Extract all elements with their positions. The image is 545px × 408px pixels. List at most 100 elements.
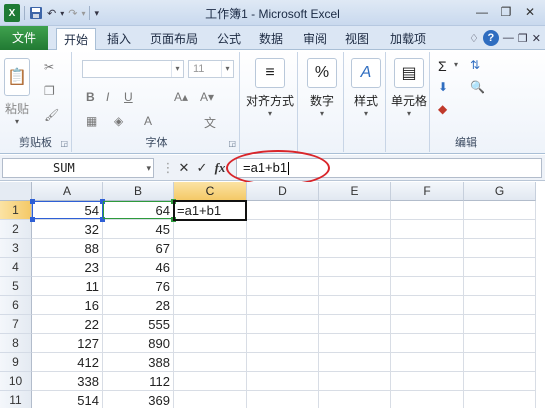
cell-d6[interactable] bbox=[247, 296, 319, 315]
phonetic-icon[interactable]: 文 bbox=[204, 114, 216, 131]
tab-data[interactable]: 数据 bbox=[254, 28, 288, 50]
tab-home[interactable]: 开始 bbox=[56, 28, 96, 51]
cell-b11[interactable]: 369 bbox=[103, 391, 174, 408]
cell-b6[interactable]: 28 bbox=[103, 296, 174, 315]
row-header[interactable]: 3 bbox=[0, 239, 32, 258]
tab-insert[interactable]: 插入 bbox=[102, 28, 136, 50]
cell-f7[interactable] bbox=[391, 315, 464, 334]
cell-g11[interactable] bbox=[464, 391, 536, 408]
cell-d5[interactable] bbox=[247, 277, 319, 296]
undo-icon[interactable]: ↶ bbox=[47, 4, 56, 22]
bold-button[interactable]: B bbox=[86, 90, 95, 104]
cell-a7[interactable]: 22 bbox=[32, 315, 103, 334]
undo-dropdown-icon[interactable]: ▾ bbox=[60, 4, 64, 22]
cell-g7[interactable] bbox=[464, 315, 536, 334]
cell-b5[interactable]: 76 bbox=[103, 277, 174, 296]
customize-qat-icon[interactable]: ▾ bbox=[94, 4, 99, 22]
cell-c1[interactable]: =a1+b1 bbox=[174, 201, 247, 220]
cell-a1[interactable]: 54 bbox=[32, 201, 103, 220]
borders-icon[interactable]: ▦ bbox=[86, 114, 97, 128]
restore-icon[interactable]: ❐ bbox=[495, 3, 517, 21]
cell-b1[interactable]: 64 bbox=[103, 201, 174, 220]
autosum-icon[interactable]: Σ bbox=[438, 58, 447, 74]
row-header[interactable]: 9 bbox=[0, 353, 32, 372]
cell-g10[interactable] bbox=[464, 372, 536, 391]
select-all-button[interactable] bbox=[0, 182, 32, 201]
tab-page-layout[interactable]: 页面布局 bbox=[146, 28, 202, 50]
cell-c10[interactable] bbox=[174, 372, 247, 391]
cell-e9[interactable] bbox=[319, 353, 391, 372]
grow-font-icon[interactable]: A▴ bbox=[174, 90, 188, 104]
cell-a3[interactable]: 88 bbox=[32, 239, 103, 258]
minimize-ribbon-icon[interactable]: ♢ bbox=[469, 32, 479, 45]
minimize-icon[interactable]: — bbox=[471, 3, 493, 21]
cell-f6[interactable] bbox=[391, 296, 464, 315]
shrink-font-icon[interactable]: A▾ bbox=[200, 90, 214, 104]
cell-e11[interactable] bbox=[319, 391, 391, 408]
cell-e4[interactable] bbox=[319, 258, 391, 277]
cell-f9[interactable] bbox=[391, 353, 464, 372]
cell-g9[interactable] bbox=[464, 353, 536, 372]
cell-b3[interactable]: 67 bbox=[103, 239, 174, 258]
paste-button[interactable]: 📋 粘贴 ▾ bbox=[4, 58, 30, 126]
cell-c8[interactable] bbox=[174, 334, 247, 353]
font-name-combo[interactable]: ▾ bbox=[82, 60, 184, 78]
cell-b9[interactable]: 388 bbox=[103, 353, 174, 372]
cut-icon[interactable]: ✂ bbox=[44, 60, 54, 74]
cell-g4[interactable] bbox=[464, 258, 536, 277]
number-button[interactable]: % 数字 ▾ bbox=[304, 58, 340, 118]
row-header[interactable]: 11 bbox=[0, 391, 32, 408]
cell-d3[interactable] bbox=[247, 239, 319, 258]
row-header[interactable]: 6 bbox=[0, 296, 32, 315]
formula-input[interactable]: =a1+b1 bbox=[236, 158, 542, 178]
tab-view[interactable]: 视图 bbox=[340, 28, 374, 50]
cells-button[interactable]: ▤ 单元格 ▾ bbox=[389, 58, 429, 118]
name-box[interactable]: SUM ▾ bbox=[2, 158, 154, 178]
insert-function-icon[interactable]: fx bbox=[212, 160, 228, 176]
splitter-handle[interactable]: ⋮ bbox=[160, 160, 176, 176]
cell-g8[interactable] bbox=[464, 334, 536, 353]
cell-f1[interactable] bbox=[391, 201, 464, 220]
cell-d4[interactable] bbox=[247, 258, 319, 277]
cell-f3[interactable] bbox=[391, 239, 464, 258]
cell-a10[interactable]: 338 bbox=[32, 372, 103, 391]
cell-b7[interactable]: 555 bbox=[103, 315, 174, 334]
cell-g5[interactable] bbox=[464, 277, 536, 296]
alignment-button[interactable]: ≡ 对齐方式 ▾ bbox=[245, 58, 295, 118]
cell-c9[interactable] bbox=[174, 353, 247, 372]
cell-a6[interactable]: 16 bbox=[32, 296, 103, 315]
cell-b10[interactable]: 112 bbox=[103, 372, 174, 391]
cell-d1[interactable] bbox=[247, 201, 319, 220]
dialog-launcher-icon[interactable]: ◲ bbox=[60, 139, 68, 148]
tab-formulas[interactable]: 公式 bbox=[212, 28, 246, 50]
cell-f4[interactable] bbox=[391, 258, 464, 277]
row-header[interactable]: 5 bbox=[0, 277, 32, 296]
cell-e5[interactable] bbox=[319, 277, 391, 296]
enter-icon[interactable]: ✓ bbox=[194, 160, 210, 176]
cell-c3[interactable] bbox=[174, 239, 247, 258]
styles-button[interactable]: A 样式 ▾ bbox=[348, 58, 384, 118]
cell-b2[interactable]: 45 bbox=[103, 220, 174, 239]
cell-c11[interactable] bbox=[174, 391, 247, 408]
cell-f8[interactable] bbox=[391, 334, 464, 353]
close-icon[interactable]: ✕ bbox=[519, 3, 541, 21]
cell-c2[interactable] bbox=[174, 220, 247, 239]
doc-close-icon[interactable]: ✕ bbox=[532, 32, 541, 45]
cell-e6[interactable] bbox=[319, 296, 391, 315]
find-select-icon[interactable]: 🔍 bbox=[470, 80, 485, 94]
format-painter-icon[interactable]: 🖌 bbox=[44, 108, 59, 122]
cell-d11[interactable] bbox=[247, 391, 319, 408]
cell-g1[interactable] bbox=[464, 201, 536, 220]
doc-restore-icon[interactable]: ❐ bbox=[518, 32, 528, 45]
font-size-combo[interactable]: 11 ▾ bbox=[188, 60, 234, 78]
fill-color-icon[interactable]: ◈ bbox=[114, 114, 123, 128]
column-header-c[interactable]: C bbox=[174, 182, 247, 201]
cell-e1[interactable] bbox=[319, 201, 391, 220]
redo-icon[interactable]: ↷ bbox=[68, 4, 77, 22]
dialog-launcher-icon[interactable]: ◲ bbox=[228, 139, 236, 148]
cell-f10[interactable] bbox=[391, 372, 464, 391]
sort-filter-icon[interactable]: ⇅ bbox=[470, 58, 480, 72]
row-header[interactable]: 8 bbox=[0, 334, 32, 353]
cell-c4[interactable] bbox=[174, 258, 247, 277]
save-icon[interactable] bbox=[29, 4, 43, 22]
